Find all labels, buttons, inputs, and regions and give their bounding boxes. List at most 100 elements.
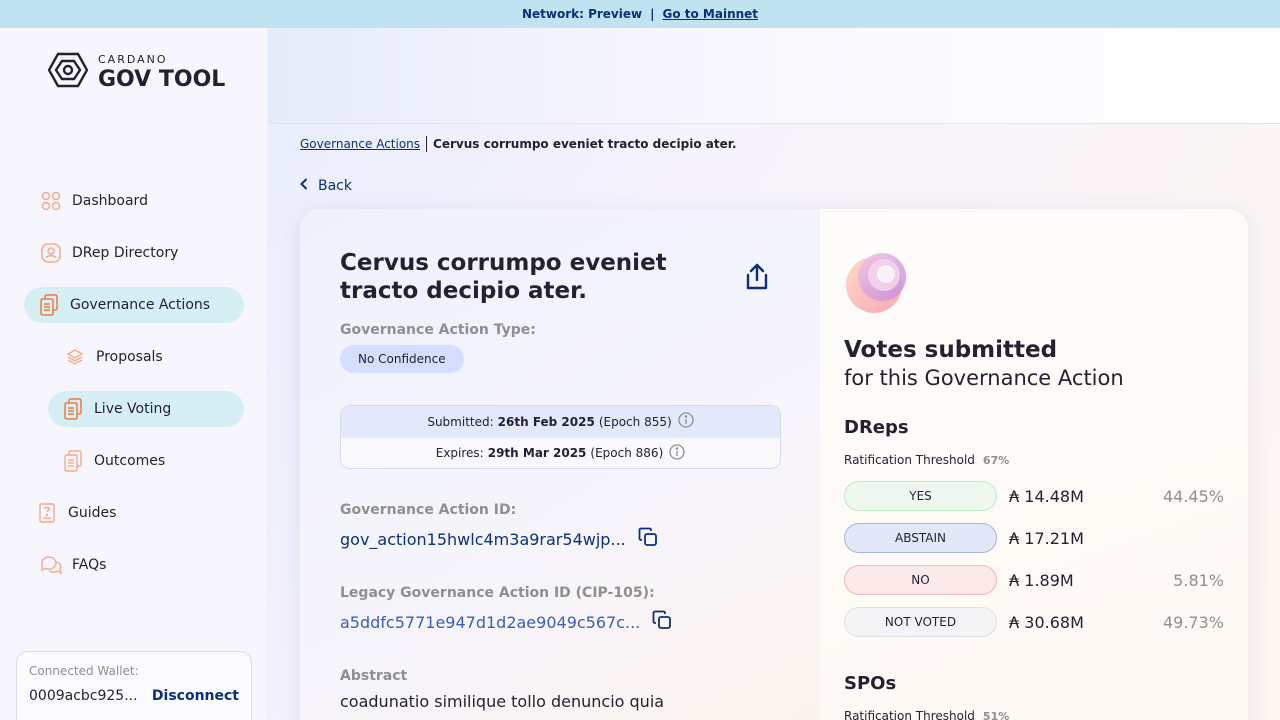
vote-row-no: NO ₳ 1.89M 5.81% (844, 565, 1224, 595)
vote-amount: ₳ 1.89M (1009, 570, 1074, 590)
wallet-address: 0009acbc925... (29, 688, 138, 704)
votes-title: Votes submitted (844, 337, 1058, 363)
breadcrumb-current: Cervus corrumpo eveniet tracto decipio a… (433, 137, 737, 151)
vote-pill-abstain: ABSTAIN (844, 523, 997, 553)
banner-separator: | (650, 7, 655, 21)
network-banner: Network: Preview | Go to Mainnet (0, 0, 1280, 28)
live-voting-icon (62, 398, 84, 420)
logo-line1: CARDANO (98, 52, 168, 66)
submitted-label: Submitted: (427, 414, 494, 429)
submitted-epoch: (Epoch 855) (598, 414, 672, 429)
action-id-value: gov_action15hwlc4m3a9rar54wjp... (340, 529, 626, 549)
votes-subtitle: for this Governance Action (844, 366, 1124, 390)
vote-percent: 49.73% (1162, 612, 1224, 632)
breadcrumb-divider (426, 136, 428, 152)
vote-pill-yes: YES (844, 481, 997, 511)
action-details-panel: Cervus corrumpo eveniet tracto decipio a… (300, 209, 820, 720)
sidebar-item-label: Live Voting (94, 401, 172, 417)
dreps-threshold: Ratification Threshold 67% (844, 453, 1009, 467)
spos-heading: SPOs (844, 673, 897, 694)
votes-avatar-icon (844, 249, 910, 319)
vote-amount: ₳ 30.68M (1009, 612, 1084, 632)
submitted-date: 26th Feb 2025 (497, 414, 595, 429)
sidebar-item-label: Guides (68, 505, 117, 521)
proposals-icon (64, 346, 86, 368)
dreps-heading: DReps (844, 417, 909, 438)
votes-panel: Votes submitted for this Governance Acti… (820, 209, 1248, 720)
back-label: Back (318, 178, 352, 194)
abstract-label: Abstract (340, 668, 408, 684)
breadcrumb-governance-actions-link[interactable]: Governance Actions (300, 137, 420, 151)
sidebar-item-governance-actions[interactable]: Governance Actions (24, 287, 244, 323)
info-icon[interactable] (669, 443, 685, 463)
threshold-value: 67% (982, 453, 1010, 467)
sidebar-item-label: Governance Actions (70, 297, 211, 313)
vote-row-abstain: ABSTAIN ₳ 17.21M (844, 523, 1224, 553)
logo-line2: GOV TOOL (98, 66, 226, 92)
connected-wallet-label: Connected Wallet: (29, 664, 139, 678)
threshold-label: Ratification Threshold (844, 453, 975, 467)
sidebar-item-label: Dashboard (72, 193, 148, 209)
expires-label: Expires: (435, 446, 484, 460)
expires-date: 29th Mar 2025 (487, 446, 587, 460)
sidebar-item-label: FAQs (72, 557, 107, 573)
cardano-logo-icon (47, 52, 89, 92)
info-icon[interactable] (678, 412, 694, 431)
connected-wallet-panel: Connected Wallet: 0009acbc925... Disconn… (16, 651, 252, 720)
abstract-text: coadunatio similique tollo denuncio quia (340, 692, 665, 711)
vote-row-not-voted: NOT VOTED ₳ 30.68M 49.73% (844, 607, 1224, 637)
copy-icon[interactable] (652, 610, 672, 634)
legacy-id-value: a5ddfc5771e947d1d2ae9049c567c... (340, 612, 641, 632)
vote-pill-no: NO (844, 565, 997, 595)
main-content: Governance Actions Cervus corrumpo eveni… (268, 28, 1280, 720)
sidebar-item-live-voting[interactable]: Live Voting (48, 391, 244, 427)
guides-icon (36, 502, 58, 524)
action-id-label: Governance Action ID: (340, 502, 517, 518)
page-header (268, 28, 1280, 124)
action-type-chip: No Confidence (340, 345, 464, 373)
threshold-label: Ratification Threshold (844, 709, 975, 720)
sidebar-item-dashboard[interactable]: Dashboard (40, 183, 148, 219)
legacy-id-row: a5ddfc5771e947d1d2ae9049c567c... (340, 610, 672, 634)
sidebar: CARDANO GOV TOOL Dashboard DRep Director… (0, 28, 268, 720)
submitted-row: Submitted: 26th Feb 2025 (Epoch 855) (341, 406, 780, 437)
action-dates-box: Submitted: 26th Feb 2025 (Epoch 855) Exp… (340, 405, 781, 469)
action-title: Cervus corrumpo eveniet tracto decipio a… (340, 250, 667, 304)
faqs-icon (40, 554, 62, 576)
spos-threshold: Ratification Threshold 51% (844, 709, 1009, 720)
action-id-row: gov_action15hwlc4m3a9rar54wjp... (340, 527, 658, 551)
sidebar-item-faqs[interactable]: FAQs (40, 547, 106, 583)
sidebar-item-label: Proposals (96, 349, 163, 365)
network-label: Network: Preview (521, 7, 643, 21)
legacy-id-label: Legacy Governance Action ID (CIP-105): (340, 585, 655, 601)
vote-pill-not-voted: NOT VOTED (844, 607, 997, 637)
outcomes-icon (62, 450, 84, 472)
sidebar-item-label: DRep Directory (72, 245, 179, 261)
sidebar-item-proposals[interactable]: Proposals (64, 339, 163, 375)
sidebar-item-outcomes[interactable]: Outcomes (62, 443, 165, 479)
sidebar-item-drep-directory[interactable]: DRep Directory (40, 235, 178, 271)
go-to-mainnet-link[interactable]: Go to Mainnet (662, 7, 758, 21)
vote-amount: ₳ 14.48M (1009, 486, 1084, 506)
governance-actions-icon (38, 294, 60, 316)
vote-row-yes: YES ₳ 14.48M 44.45% (844, 481, 1224, 511)
share-icon (744, 263, 770, 295)
vote-amount: ₳ 17.21M (1009, 528, 1084, 548)
copy-icon[interactable] (638, 527, 658, 551)
action-type-label: Governance Action Type: (340, 322, 536, 338)
sidebar-item-label: Outcomes (94, 453, 166, 469)
threshold-value: 51% (982, 709, 1010, 720)
chevron-left-icon (300, 178, 308, 194)
share-button[interactable] (744, 263, 770, 295)
gov-tool-logo[interactable]: CARDANO GOV TOOL (47, 52, 226, 92)
vote-percent: 44.45% (1162, 486, 1224, 506)
back-button[interactable]: Back (300, 178, 352, 194)
governance-action-card: Cervus corrumpo eveniet tracto decipio a… (300, 209, 1248, 720)
sidebar-item-guides[interactable]: Guides (36, 495, 116, 531)
breadcrumb: Governance Actions Cervus corrumpo eveni… (300, 136, 737, 152)
disconnect-button[interactable]: Disconnect (152, 688, 239, 704)
expires-epoch: (Epoch 886) (590, 446, 664, 460)
vote-percent: 5.81% (1173, 570, 1224, 590)
drep-directory-icon (40, 242, 62, 264)
expires-row: Expires: 29th Mar 2025 (Epoch 886) (341, 437, 780, 468)
